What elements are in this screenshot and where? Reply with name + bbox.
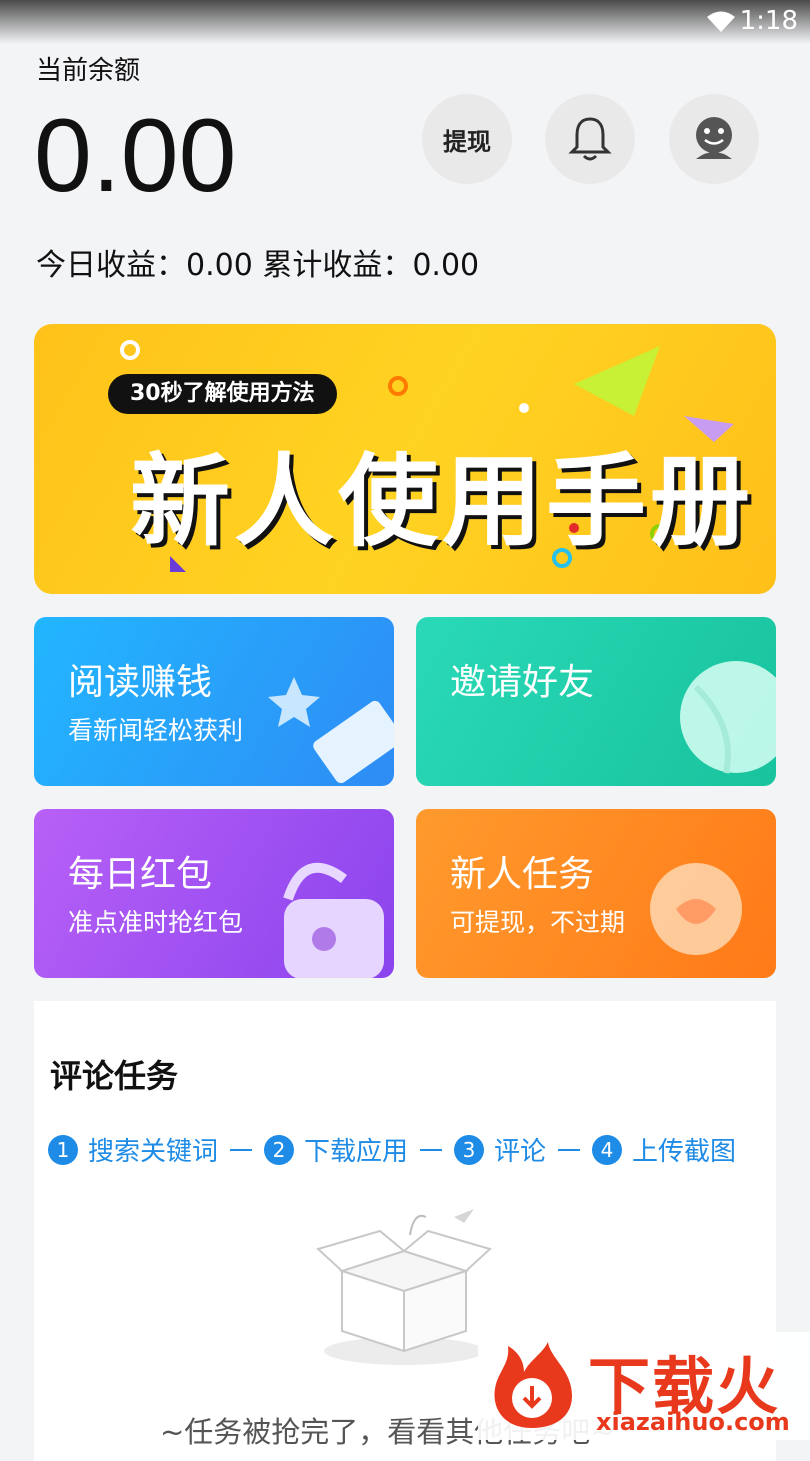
newbie-task-title: 新人任务 xyxy=(450,854,595,895)
balance-value: 0.00 xyxy=(34,98,237,214)
step-number: 3 xyxy=(454,1134,485,1165)
step-label: 搜索关键词 xyxy=(88,1137,219,1167)
bag-icon xyxy=(283,862,384,978)
read-earn-title: 阅读赚钱 xyxy=(68,662,213,703)
newbie-guide-banner[interactable]: 30秒了解使用方法 新人使用手册 xyxy=(34,324,776,594)
earnings-summary: 今日收益：0.00 累计收益：0.00 xyxy=(36,248,480,283)
daily-redpacket-subtitle: 准点准时抢红包 xyxy=(68,908,244,937)
balance-label: 当前余额 xyxy=(36,56,141,86)
gift-icon xyxy=(650,863,742,955)
step-label: 上传截图 xyxy=(632,1137,737,1167)
banner-title: 新人使用手册 xyxy=(130,443,754,560)
step-number: 2 xyxy=(264,1134,295,1165)
step-divider xyxy=(420,1148,443,1151)
avatar-icon xyxy=(696,117,732,159)
invite-friends-title: 邀请好友 xyxy=(450,662,595,703)
ball-icon xyxy=(680,661,776,774)
flame-logo-icon xyxy=(494,1342,572,1428)
invite-friends-card[interactable]: 邀请好友 xyxy=(416,617,776,786)
comment-task-title: 评论任务 xyxy=(50,1057,179,1095)
read-earn-subtitle: 看新闻轻松获利 xyxy=(68,716,244,745)
step-divider xyxy=(230,1148,253,1151)
daily-redpacket-title: 每日红包 xyxy=(68,854,213,895)
step-number: 4 xyxy=(592,1134,623,1165)
task-steps: 1 搜索关键词 2 下载应用 3 评论 4 上传截图 xyxy=(48,1131,736,1168)
status-bar: 1:18 xyxy=(0,0,810,44)
wifi-icon xyxy=(707,11,735,32)
step-divider xyxy=(558,1148,581,1151)
watermark: 下载火 xiazaihuo.com xyxy=(478,1332,810,1440)
step-label: 下载应用 xyxy=(304,1137,409,1167)
step-label: 评论 xyxy=(494,1137,547,1167)
status-time: 1:18 xyxy=(739,6,798,36)
newbie-task-subtitle: 可提现，不过期 xyxy=(450,908,626,937)
banner-pill: 30秒了解使用方法 xyxy=(108,374,337,414)
empty-box-icon xyxy=(316,1209,492,1365)
daily-redpacket-card[interactable]: 每日红包 准点准时抢红包 xyxy=(34,809,394,978)
newbie-task-card[interactable]: 新人任务 可提现，不过期 xyxy=(416,809,776,978)
profile-button[interactable] xyxy=(669,94,759,184)
read-earn-card[interactable]: 阅读赚钱 看新闻轻松获利 xyxy=(34,617,394,786)
withdraw-button[interactable]: 提现 xyxy=(422,94,512,184)
bell-icon xyxy=(568,117,612,161)
watermark-url: xiazaihuo.com xyxy=(596,1408,790,1436)
book-icon xyxy=(268,677,394,784)
step-number: 1 xyxy=(48,1134,78,1165)
notification-button[interactable] xyxy=(545,94,635,184)
